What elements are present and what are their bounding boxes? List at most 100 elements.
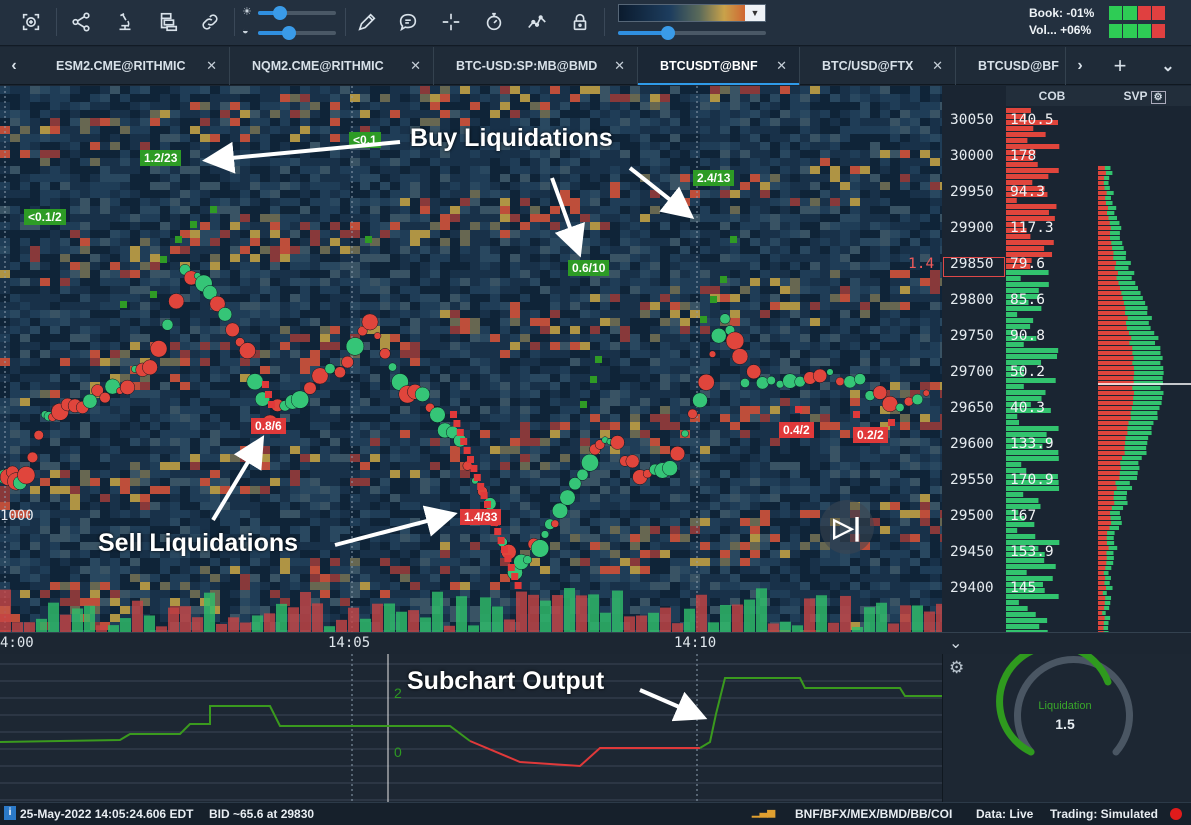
heatmap-range-slider[interactable]	[618, 26, 766, 40]
tab-btcusd-bf[interactable]: BTCUSD@BF	[956, 47, 1066, 85]
heatmap-cell	[450, 542, 460, 550]
heatmap-cell	[340, 302, 350, 310]
heatmap-cell	[50, 158, 60, 166]
heatmap-cell	[240, 566, 250, 574]
heatmap-cell	[100, 278, 110, 286]
close-icon[interactable]: ✕	[206, 58, 217, 74]
heatmap-cell	[250, 478, 260, 486]
heatmap-cell	[400, 358, 410, 366]
chevron-down-icon[interactable]: ▼	[745, 5, 765, 21]
heatmap-cell	[630, 366, 640, 374]
share-icon[interactable]	[68, 9, 94, 35]
heatmap-cell	[400, 278, 410, 286]
layers-icon[interactable]	[155, 9, 181, 35]
heatmap-cell	[630, 582, 640, 590]
heatmap-cell	[330, 566, 340, 574]
heatmap-cell	[300, 270, 310, 278]
link-icon[interactable]	[197, 9, 223, 35]
heatmap-cell	[310, 286, 320, 294]
heatmap-cell	[260, 606, 270, 614]
heatmap-cell	[550, 398, 560, 406]
heatmap-cell	[280, 574, 290, 582]
heatmap-cell	[180, 102, 190, 110]
heatmap-cell	[70, 190, 80, 198]
heatmap-cell	[190, 366, 200, 374]
stopwatch-icon[interactable]	[481, 9, 507, 35]
heatmap-cell	[310, 502, 320, 510]
tab-scroll-right-icon[interactable]: ›	[1066, 47, 1094, 85]
tab-btcusdt-bnf[interactable]: BTCUSDT@BNF ✕	[638, 47, 800, 85]
heatmap-cell	[180, 358, 190, 366]
close-icon[interactable]: ✕	[932, 58, 943, 74]
tab-list-chevron-icon[interactable]: ⌄	[1154, 47, 1182, 85]
heatmap-cell	[410, 270, 420, 278]
contrast-slider-knob[interactable]	[282, 26, 297, 40]
heatmap-cell	[640, 286, 650, 294]
heatmap-cell	[280, 182, 290, 190]
contrast-slider[interactable]	[258, 26, 336, 40]
tab-esm2[interactable]: ESM2.CME@RITHMIC ✕	[34, 47, 230, 85]
heatmap-cell	[260, 350, 270, 358]
heatmap-cell	[610, 102, 620, 110]
line-chart-icon[interactable]	[524, 9, 550, 35]
heatmap-cell	[140, 126, 150, 134]
tab-scroll-left-icon[interactable]: ‹	[0, 47, 28, 85]
heatmap-cell	[20, 318, 30, 326]
close-icon[interactable]: ✕	[776, 58, 787, 74]
tab-btc-usd-ftx[interactable]: BTC/USD@FTX ✕	[800, 47, 956, 85]
heatmap-cell	[620, 134, 630, 142]
chat-icon[interactable]	[395, 9, 421, 35]
heatmap-cell	[370, 358, 380, 366]
heatmap-cell	[620, 510, 630, 518]
heatmap-cell	[560, 294, 570, 302]
heatmap-cell	[70, 518, 80, 526]
heatmap-cell	[10, 102, 20, 110]
heatmap-palette-select[interactable]: ▼	[618, 4, 766, 22]
close-icon[interactable]: ✕	[614, 58, 625, 74]
heatmap-cell	[120, 510, 130, 518]
heatmap-cell	[80, 430, 90, 438]
heatmap-cell	[300, 550, 310, 558]
heatmap-cell	[700, 158, 710, 166]
heatmap-cell	[420, 534, 430, 542]
heatmap-cell	[660, 430, 670, 438]
heatmap-cell	[210, 406, 220, 414]
crosshair-icon[interactable]	[438, 9, 464, 35]
heatmap-cell	[30, 102, 40, 110]
lock-icon[interactable]	[567, 9, 593, 35]
heatmap-cell	[170, 366, 180, 374]
heatmap-cell	[60, 558, 70, 566]
heatmap-cell	[550, 262, 560, 270]
pencil-icon[interactable]	[354, 9, 380, 35]
heatmap-range-knob[interactable]	[661, 26, 676, 40]
heatmap-cell	[230, 398, 240, 406]
tab-btc-usd-bmd[interactable]: BTC-USD:SP:MB@BMD ✕	[434, 47, 638, 85]
heatmap-cell	[50, 438, 60, 446]
heatmap-cell	[50, 478, 60, 486]
heatmap-cell	[30, 390, 40, 398]
heatmap-cell	[220, 502, 230, 510]
brightness-slider[interactable]	[258, 6, 336, 20]
close-icon[interactable]: ✕	[410, 58, 421, 74]
heatmap-cell	[430, 286, 440, 294]
heatmap-cell	[180, 486, 190, 494]
heatmap-cell	[600, 398, 610, 406]
add-indicator-icon[interactable]	[18, 9, 44, 35]
heatmap-cell	[220, 446, 230, 454]
heatmap-cell	[420, 446, 430, 454]
tab-nqm2[interactable]: NQM2.CME@RITHMIC ✕	[230, 47, 434, 85]
heatmap-cell	[50, 366, 60, 374]
heatmap-cell	[640, 406, 650, 414]
heatmap-cell	[80, 534, 90, 542]
heatmap-cell	[690, 206, 700, 214]
heatmap-cell	[680, 302, 690, 310]
heatmap-cell	[440, 182, 450, 190]
add-tab-icon[interactable]: +	[1106, 47, 1134, 85]
heatmap-cell	[140, 222, 150, 230]
heatmap-cell	[90, 222, 100, 230]
brightness-slider-knob[interactable]	[272, 6, 287, 20]
heatmap-cell	[400, 102, 410, 110]
heatmap-cell	[190, 390, 200, 398]
heatmap-cell	[290, 94, 300, 102]
microscope-icon[interactable]	[112, 9, 138, 35]
